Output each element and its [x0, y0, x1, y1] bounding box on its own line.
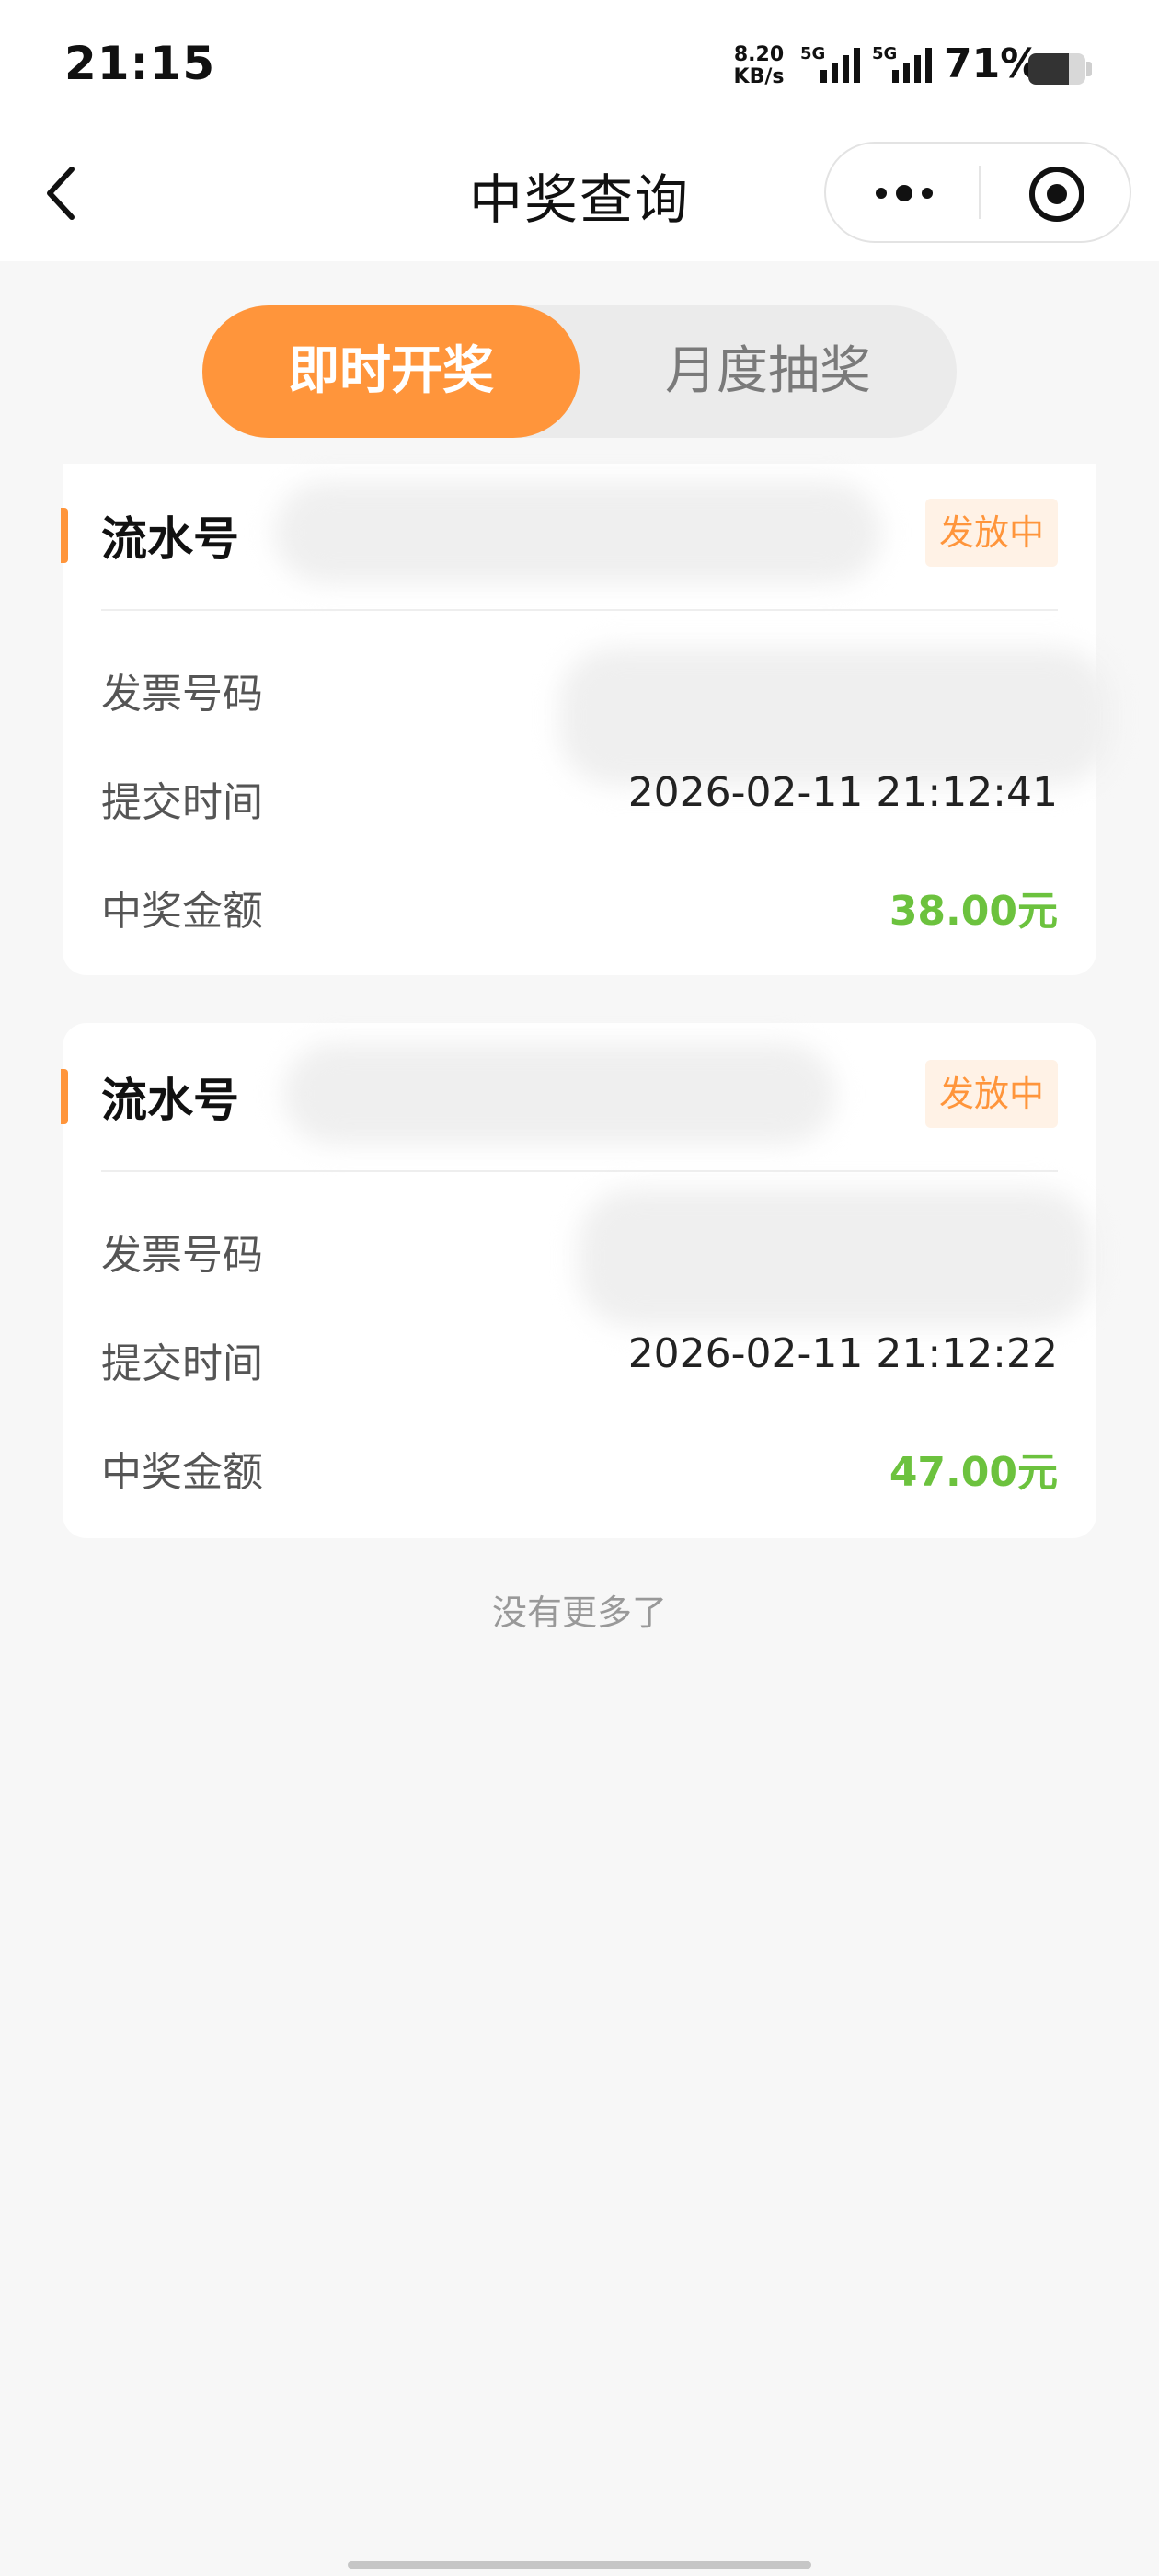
- no-more-text: 没有更多了: [491, 1593, 667, 1633]
- nav-bar: 中奖查询: [0, 138, 1159, 261]
- status-badge: 发放中: [925, 1060, 1058, 1128]
- signal-generation: 5G: [800, 44, 826, 63]
- divider: [101, 609, 1058, 611]
- battery-level: [1028, 53, 1070, 85]
- redacted-serial-number: [274, 482, 881, 583]
- signal-icon: 5G: [800, 44, 860, 83]
- clock: 21:15: [64, 37, 216, 90]
- serial-number-label: 流水号: [101, 512, 239, 566]
- more-dots-icon: [876, 185, 933, 201]
- mini-program-capsule: [824, 142, 1131, 243]
- card-accent: [61, 508, 68, 563]
- status-badge: 发放中: [925, 499, 1058, 567]
- status-bar: 21:15 8.20 KB/s 5G 5G 71%: [0, 0, 1159, 138]
- prize-amount-value: 47.00元: [889, 1449, 1058, 1496]
- serial-number-label: 流水号: [101, 1074, 239, 1127]
- redacted-invoice-number: [559, 648, 1111, 786]
- tab-switch: 即时开奖 月度抽奖: [202, 305, 957, 438]
- card-accent: [61, 1069, 68, 1124]
- invoice-number-label: 发票号码: [101, 671, 263, 718]
- tab-monthly-draw[interactable]: 月度抽奖: [580, 305, 957, 438]
- network-speed: 8.20 KB/s: [731, 44, 786, 88]
- network-speed-unit: KB/s: [733, 65, 785, 88]
- signal-icon: 5G: [872, 44, 932, 83]
- invoice-number-label: 发票号码: [101, 1232, 263, 1279]
- battery-icon: [1028, 53, 1085, 85]
- prize-amount-label: 中奖金额: [101, 1449, 263, 1496]
- battery-tip: [1086, 62, 1092, 76]
- close-mini-program-button[interactable]: [1027, 164, 1087, 224]
- prize-amount-label: 中奖金额: [101, 888, 263, 935]
- submit-time-value: 2026-02-11 21:12:41: [627, 769, 1058, 816]
- target-circle-icon: [1029, 167, 1084, 222]
- tab-instant-draw[interactable]: 即时开奖: [202, 305, 580, 438]
- battery-percentage: 71%: [944, 40, 1041, 87]
- record-card[interactable]: 流水号 发放中 发票号码 提交时间 2026-02-11 21:12:22 中奖…: [61, 1023, 1096, 1538]
- submit-time-label: 提交时间: [101, 779, 263, 826]
- home-indicator[interactable]: [348, 2561, 811, 2569]
- redacted-serial-number: [283, 1043, 835, 1144]
- network-speed-value: 8.20: [733, 43, 785, 66]
- signal-generation: 5G: [872, 44, 898, 63]
- record-card[interactable]: 流水号 发放中 发票号码 提交时间 2026-02-11 21:12:41 中奖…: [61, 464, 1111, 975]
- more-button[interactable]: [863, 171, 946, 215]
- divider: [101, 1170, 1058, 1172]
- submit-time-label: 提交时间: [101, 1340, 263, 1387]
- prize-amount-value: 38.00元: [889, 888, 1058, 935]
- submit-time-value: 2026-02-11 21:12:22: [627, 1330, 1058, 1377]
- capsule-divider: [979, 166, 981, 219]
- redacted-invoice-number: [578, 1189, 1093, 1327]
